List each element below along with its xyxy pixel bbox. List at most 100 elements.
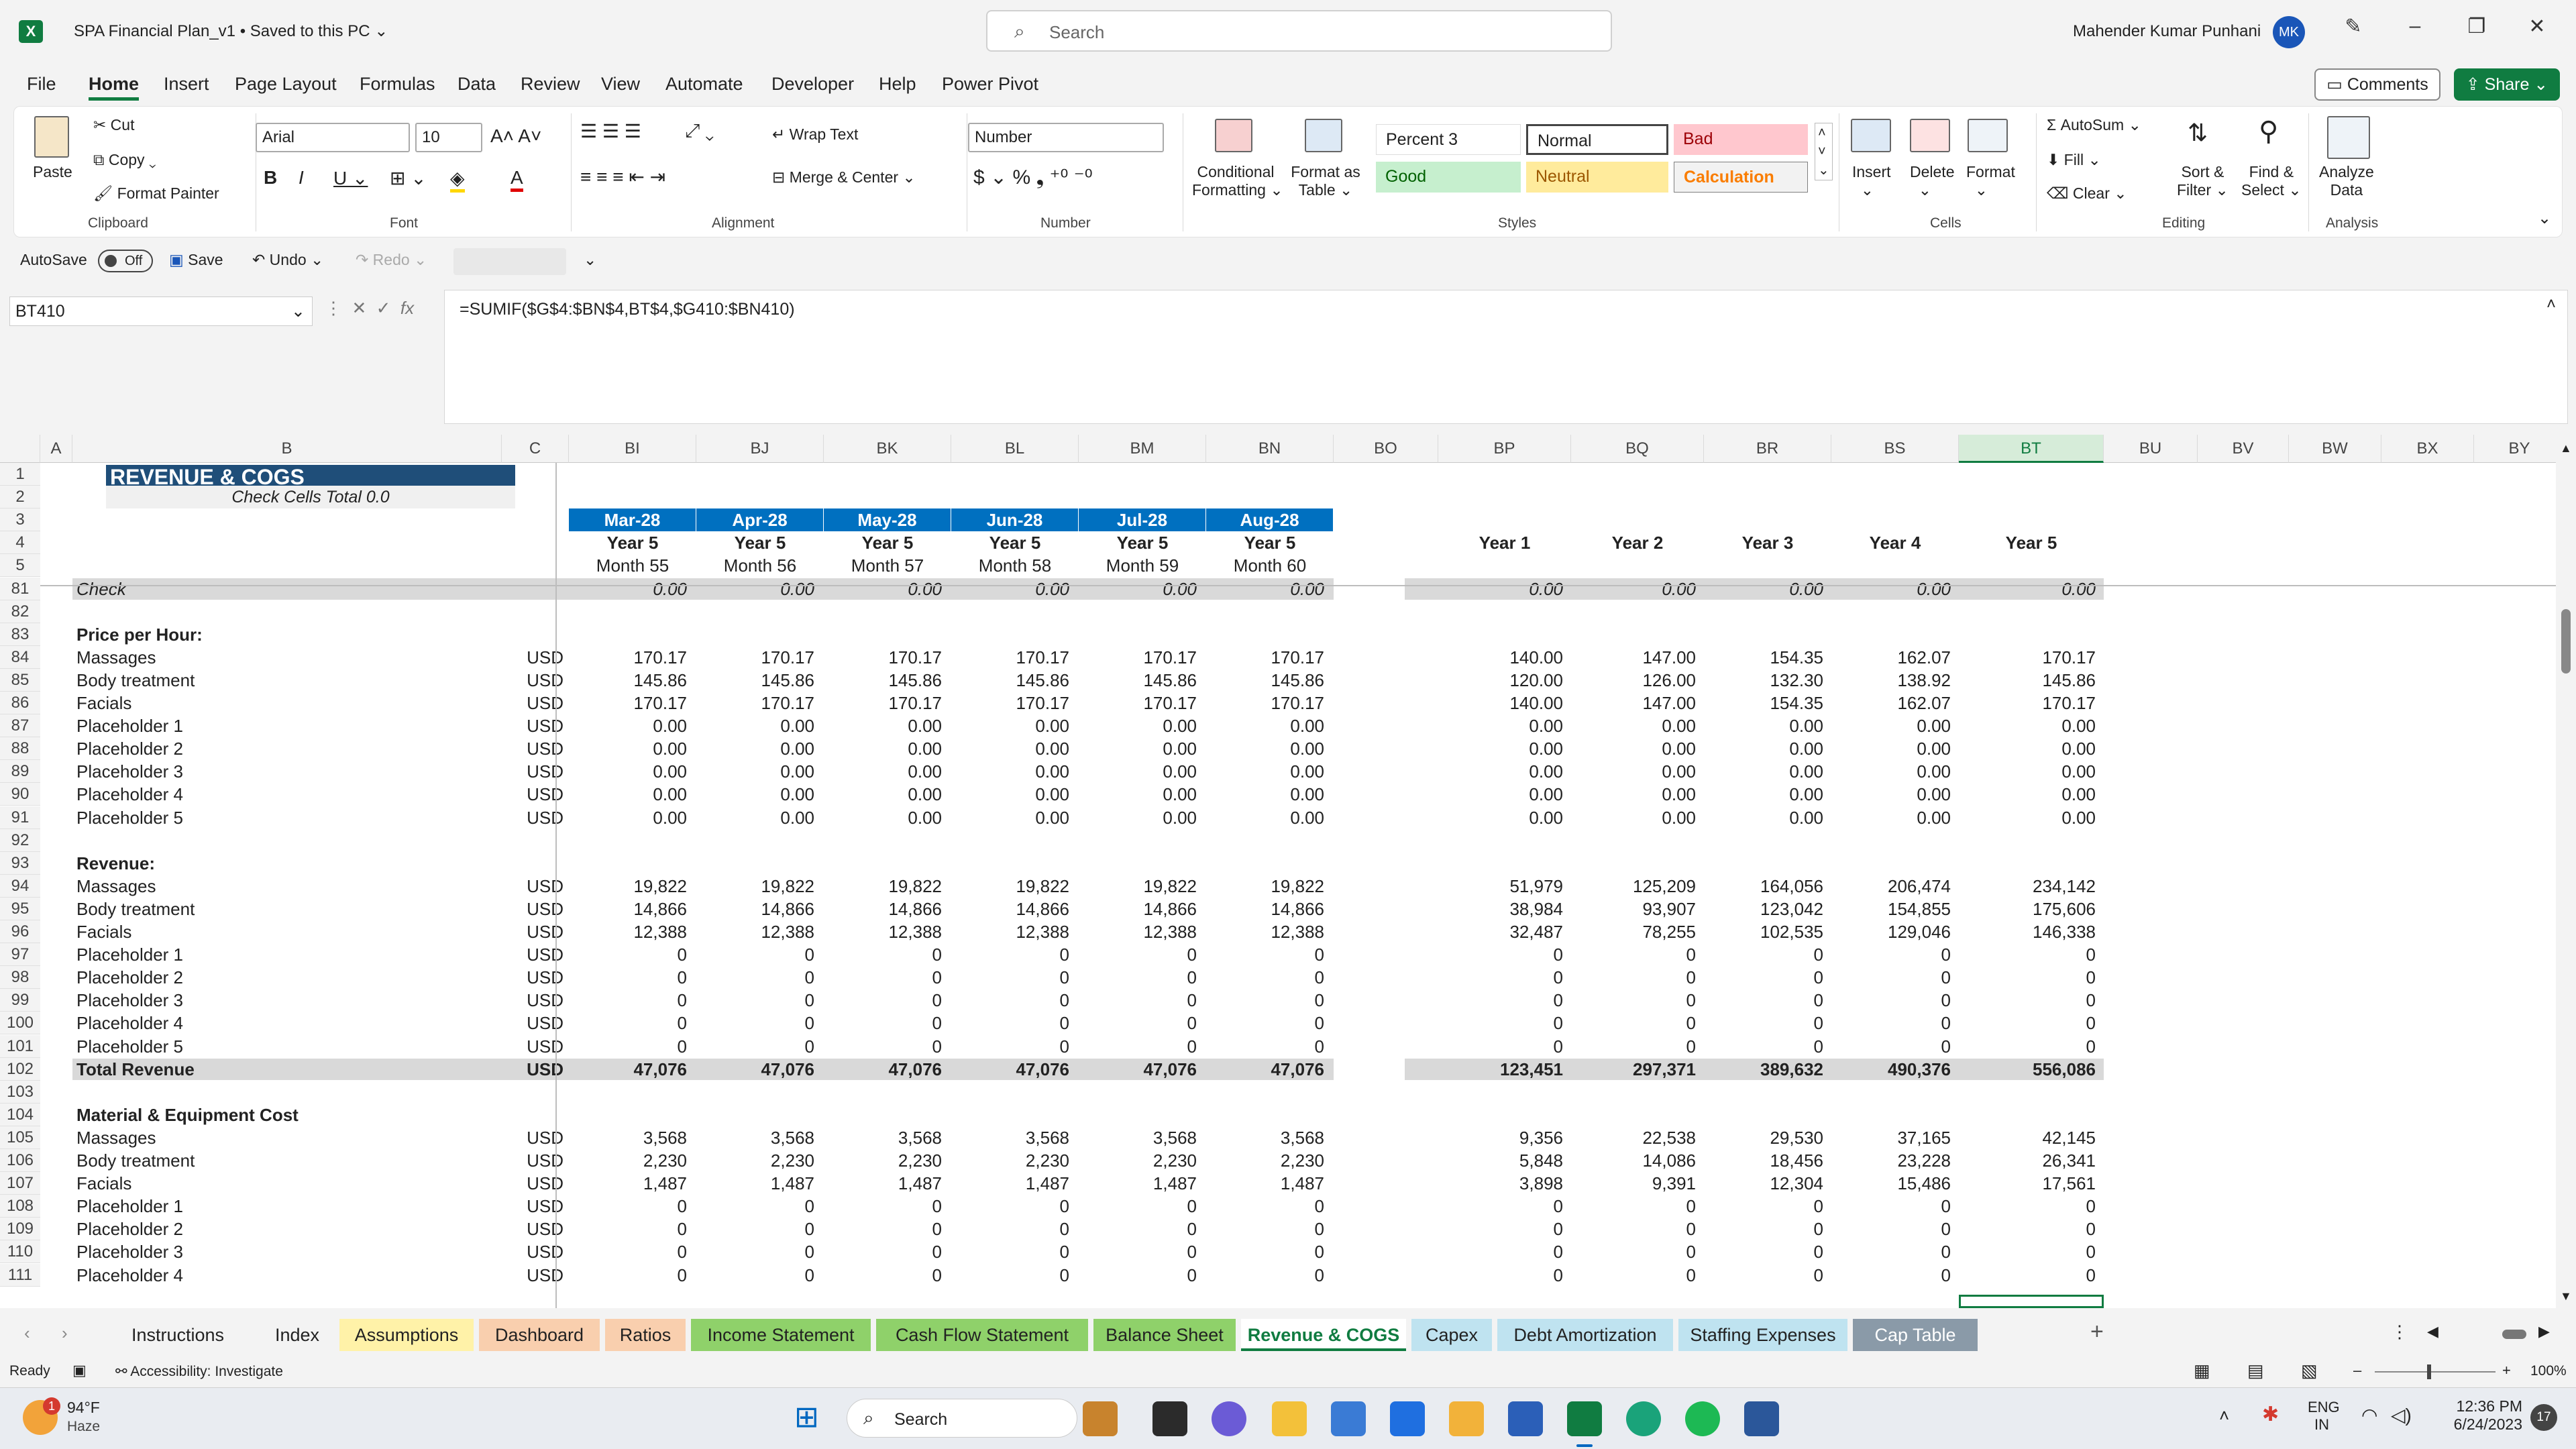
month-value-cell[interactable]: 47,076 <box>951 1058 1069 1081</box>
year-value-cell[interactable]: 147.00 <box>1571 646 1696 669</box>
page-break-view-icon[interactable]: ▧ <box>2301 1360 2318 1381</box>
month-value-cell[interactable]: 1,487 <box>569 1172 687 1195</box>
row-header[interactable]: 109 <box>0 1218 40 1241</box>
word-icon[interactable] <box>1744 1401 1779 1436</box>
month-value-cell[interactable]: 0 <box>696 1264 814 1287</box>
month-value-cell[interactable]: 1,487 <box>951 1172 1069 1195</box>
user-name[interactable]: Mahender Kumar Punhani <box>2073 22 2261 41</box>
month-value-cell[interactable]: 0.00 <box>824 806 942 829</box>
month-value-cell[interactable]: 0 <box>824 1012 942 1034</box>
column-header-bv[interactable]: BV <box>2198 435 2289 463</box>
row-header[interactable]: 94 <box>0 874 40 898</box>
month-value-cell[interactable]: 0.00 <box>824 737 942 760</box>
month-value-cell[interactable]: 0 <box>1079 1035 1197 1058</box>
vscode-icon[interactable] <box>1331 1401 1366 1436</box>
year-value-cell[interactable]: 0.00 <box>1704 760 1823 783</box>
format-cells-icon[interactable] <box>1968 119 2008 152</box>
accessibility-status[interactable]: ⚯ Accessibility: Investigate <box>115 1363 283 1380</box>
search-box[interactable]: ⌕ Search <box>986 10 1612 52</box>
zoom-slider[interactable] <box>2375 1371 2496 1373</box>
month-value-cell[interactable]: 14,866 <box>1206 898 1324 920</box>
briefcase-icon[interactable] <box>1083 1401 1118 1436</box>
row-header[interactable]: 106 <box>0 1149 40 1173</box>
month-value-cell[interactable]: 0.00 <box>569 737 687 760</box>
month-year-label[interactable]: Year 5 <box>1206 531 1334 554</box>
month-value-cell[interactable]: 145.86 <box>696 669 814 692</box>
month-value-cell[interactable]: 0 <box>824 943 942 966</box>
unit-cell[interactable]: USD <box>502 898 564 920</box>
month-value-cell[interactable]: 12,388 <box>1079 920 1197 943</box>
unit-cell[interactable]: USD <box>502 669 564 692</box>
month-value-cell[interactable]: 14,866 <box>569 898 687 920</box>
month-value-cell[interactable]: 19,822 <box>1079 875 1197 898</box>
row-header[interactable]: 89 <box>0 760 40 784</box>
column-header-c[interactable]: C <box>502 435 569 463</box>
year-value-cell[interactable]: 0.00 <box>1831 714 1951 737</box>
row-label[interactable]: Massages <box>72 1126 502 1149</box>
sheet-tab-debt-amortization[interactable]: Debt Amortization <box>1497 1319 1673 1351</box>
name-box[interactable]: BT410 ⌄ <box>9 297 313 326</box>
year-value-cell[interactable]: 0.00 <box>1704 578 1823 600</box>
row-label[interactable]: Facials <box>72 920 502 943</box>
row-header[interactable]: 92 <box>0 828 40 852</box>
style-calculation[interactable]: Calculation <box>1674 162 1808 193</box>
month-value-cell[interactable]: 0 <box>569 1240 687 1263</box>
month-year-label[interactable]: Year 5 <box>1079 531 1206 554</box>
month-value-cell[interactable]: 0.00 <box>1206 714 1324 737</box>
month-value-cell[interactable]: 0.00 <box>951 578 1069 600</box>
year-value-cell[interactable]: 0.00 <box>1571 737 1696 760</box>
month-value-cell[interactable]: 0 <box>824 966 942 989</box>
year-value-cell[interactable]: 0.00 <box>1571 714 1696 737</box>
conditional-formatting-icon[interactable] <box>1215 119 1252 152</box>
unit-cell[interactable]: USD <box>502 783 564 806</box>
year-value-cell[interactable]: 0 <box>1704 943 1823 966</box>
month-value-cell[interactable]: 0 <box>569 943 687 966</box>
month-year-label[interactable]: Year 5 <box>824 531 951 554</box>
month-value-cell[interactable]: 12,388 <box>951 920 1069 943</box>
month-value-cell[interactable]: 0.00 <box>696 783 814 806</box>
month-value-cell[interactable]: 170.17 <box>1079 692 1197 714</box>
year-value-cell[interactable]: 78,255 <box>1571 920 1696 943</box>
month-value-cell[interactable]: 0 <box>951 989 1069 1012</box>
unit-cell[interactable]: USD <box>502 1012 564 1034</box>
sheet-tab-balance-sheet[interactable]: Balance Sheet <box>1093 1319 1236 1351</box>
year-header[interactable]: Year 2 <box>1571 531 1704 554</box>
row-header[interactable]: 87 <box>0 714 40 738</box>
column-header-bt[interactable]: BT <box>1959 435 2104 463</box>
year-value-cell[interactable]: 162.07 <box>1831 646 1951 669</box>
row-header[interactable]: 98 <box>0 966 40 989</box>
row-label[interactable]: Placeholder 1 <box>72 714 502 737</box>
year-value-cell[interactable]: 0.00 <box>1831 783 1951 806</box>
store-icon[interactable] <box>1508 1401 1543 1436</box>
year-value-cell[interactable]: 0.00 <box>1571 578 1696 600</box>
row-header[interactable]: 82 <box>0 600 40 623</box>
row-label[interactable]: Check <box>72 578 502 600</box>
month-value-cell[interactable]: 0.00 <box>951 714 1069 737</box>
unit-cell[interactable]: USD <box>502 875 564 898</box>
year-value-cell[interactable]: 164,056 <box>1704 875 1823 898</box>
year-value-cell[interactable]: 17,561 <box>1959 1172 2096 1195</box>
month-value-cell[interactable]: 47,076 <box>824 1058 942 1081</box>
cut-button[interactable]: ✂ Cut <box>93 116 134 134</box>
zoom-slider-thumb[interactable] <box>2427 1364 2431 1379</box>
row-header[interactable]: 3 <box>0 508 40 532</box>
year-value-cell[interactable]: 0 <box>1831 1218 1951 1240</box>
month-value-cell[interactable]: 0 <box>1206 1195 1324 1218</box>
autosum-button[interactable]: Σ AutoSum ⌄ <box>2047 116 2141 134</box>
year-value-cell[interactable]: 389,632 <box>1704 1058 1823 1081</box>
month-value-cell[interactable]: 2,230 <box>1206 1149 1324 1172</box>
year-value-cell[interactable]: 12,304 <box>1704 1172 1823 1195</box>
year-value-cell[interactable]: 0 <box>1571 1195 1696 1218</box>
notification-badge[interactable]: 17 <box>2530 1404 2557 1431</box>
number-format-select[interactable]: Number <box>968 123 1164 152</box>
unit-cell[interactable]: USD <box>502 760 564 783</box>
month-value-cell[interactable]: 170.17 <box>824 646 942 669</box>
month-value-cell[interactable]: 0.00 <box>1079 783 1197 806</box>
month-value-cell[interactable]: 0 <box>1206 1012 1324 1034</box>
year-value-cell[interactable]: 15,486 <box>1831 1172 1951 1195</box>
month-value-cell[interactable]: 14,866 <box>696 898 814 920</box>
year-value-cell[interactable]: 0.00 <box>1704 714 1823 737</box>
year-value-cell[interactable]: 297,371 <box>1571 1058 1696 1081</box>
add-sheet-icon[interactable]: + <box>2090 1319 2104 1345</box>
edge-icon[interactable] <box>1626 1401 1661 1436</box>
